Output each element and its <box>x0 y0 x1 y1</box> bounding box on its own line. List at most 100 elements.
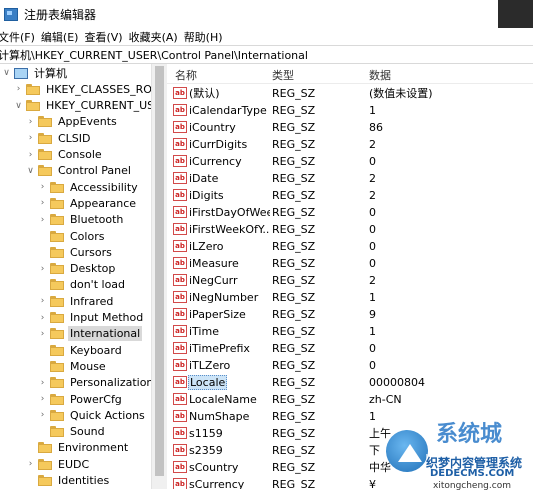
expand-icon[interactable]: › <box>26 147 35 163</box>
tree-item[interactable]: Sound <box>38 424 107 440</box>
expand-icon[interactable]: › <box>38 391 47 407</box>
expand-icon[interactable]: › <box>38 326 47 342</box>
tree-item[interactable]: › International <box>38 326 143 342</box>
tree-item-label: CLSID <box>58 131 91 145</box>
tree-item[interactable]: › Infrared <box>38 293 115 309</box>
address-path[interactable]: 计算机\HKEY_CURRENT_USER\Control Panel\Inte… <box>0 47 308 63</box>
collapse-icon[interactable]: ∨ <box>26 163 35 179</box>
value-row[interactable]: ab iCurrDigits REG_SZ 2 <box>167 136 533 153</box>
expand-icon[interactable]: › <box>38 179 47 195</box>
tree-item[interactable]: › Appearance <box>38 195 138 211</box>
menu-help[interactable]: 帮助(H) <box>184 29 229 45</box>
expand-icon[interactable]: › <box>38 261 47 277</box>
tree-item[interactable]: › Quick Actions <box>38 407 147 423</box>
expand-icon[interactable]: › <box>38 407 47 423</box>
value-type: REG_SZ <box>272 325 316 338</box>
value-row[interactable]: ab iMeasure REG_SZ 0 <box>167 255 533 272</box>
column-header: 名称 类型 数据 <box>167 64 533 84</box>
tree-item[interactable]: › HKEY_CLASSES_ROOT <box>14 81 151 97</box>
value-data: 2 <box>369 172 376 185</box>
expand-icon[interactable]: › <box>38 212 47 228</box>
tree-item[interactable]: ∨ HKEY_CURRENT_USER <box>14 98 151 114</box>
tree-scrollbar[interactable] <box>151 64 167 489</box>
value-row[interactable]: ab iTLZero REG_SZ 0 <box>167 357 533 374</box>
value-row[interactable]: ab iTimePrefix REG_SZ 0 <box>167 340 533 357</box>
tree-item[interactable]: Keyboard <box>38 342 124 358</box>
column-type-header[interactable]: 类型 <box>272 67 294 83</box>
value-row[interactable]: ab iDate REG_SZ 2 <box>167 170 533 187</box>
value-row[interactable]: ab iCurrency REG_SZ 0 <box>167 153 533 170</box>
tree-item[interactable]: › Console <box>26 147 104 163</box>
value-row[interactable]: ab iFirstWeekOfY... REG_SZ 0 <box>167 221 533 238</box>
tree-item[interactable]: Mouse <box>38 358 108 374</box>
collapse-icon[interactable]: ∨ <box>14 98 23 114</box>
value-row[interactable]: ab iTime REG_SZ 1 <box>167 323 533 340</box>
tree-item[interactable]: Cursors <box>38 244 114 260</box>
tree-item[interactable]: › Desktop <box>38 261 117 277</box>
no-expander <box>38 358 47 374</box>
menu-file[interactable]: 文件(F) <box>0 29 41 45</box>
folder-icon <box>38 475 52 486</box>
expand-icon[interactable]: › <box>14 81 23 97</box>
tree-item[interactable]: Colors <box>38 228 106 244</box>
tree-item[interactable]: Environment <box>26 440 130 456</box>
tree-item[interactable]: ∨ 计算机 <box>2 65 69 81</box>
expand-icon[interactable]: › <box>26 114 35 130</box>
menu-favorites[interactable]: 收藏夹(A) <box>129 29 184 45</box>
collapse-icon[interactable]: ∨ <box>2 65 11 81</box>
value-data: 0 <box>369 206 376 219</box>
value-data: 0 <box>369 155 376 168</box>
value-type: REG_SZ <box>272 444 316 457</box>
string-value-icon: ab <box>173 393 187 405</box>
menu-edit[interactable]: 编辑(E) <box>41 29 85 45</box>
value-type: REG_SZ <box>272 206 316 219</box>
tree-item[interactable]: › EUDC <box>26 456 91 472</box>
expand-icon[interactable]: › <box>26 130 35 146</box>
tree-item[interactable]: › Input Method <box>38 310 145 326</box>
value-row[interactable]: ab iCountry REG_SZ 86 <box>167 119 533 136</box>
tree-item[interactable]: › AppEvents <box>26 114 119 130</box>
value-row[interactable]: ab iNegCurr REG_SZ 2 <box>167 272 533 289</box>
value-row[interactable]: ab iLZero REG_SZ 0 <box>167 238 533 255</box>
tree-item[interactable]: › Bluetooth <box>38 212 125 228</box>
address-bar[interactable]: 计算机\HKEY_CURRENT_USER\Control Panel\Inte… <box>0 45 533 64</box>
no-expander <box>38 228 47 244</box>
value-row[interactable]: ab (默认) REG_SZ (数值未设置) <box>167 85 533 102</box>
expand-icon[interactable]: › <box>38 293 47 309</box>
tree-item-label: Cursors <box>70 245 112 259</box>
tree-item[interactable]: › Accessibility <box>38 179 140 195</box>
folder-icon <box>26 83 40 95</box>
folder-icon <box>50 279 64 291</box>
value-row[interactable]: abiFirstDayOfWeekREG_SZ 0 <box>167 204 533 221</box>
value-row[interactable]: ab Locale REG_SZ 00000804 <box>167 374 533 391</box>
column-name-header[interactable]: 名称 <box>175 67 197 83</box>
tree-item[interactable]: › PowerCfg <box>38 391 124 407</box>
value-name: iFirstWeekOfY... <box>189 223 270 236</box>
tree-item[interactable]: › CLSID <box>26 130 93 146</box>
value-name: LocaleName <box>189 393 257 406</box>
expand-icon[interactable]: › <box>38 310 47 326</box>
tree-item[interactable]: don't load <box>38 277 127 293</box>
value-type: REG_SZ <box>272 427 316 440</box>
key-tree[interactable]: ∨ 计算机 › HKEY_CLASSES_ROOT ∨ HKEY_CURRENT_USER… <box>0 64 151 489</box>
value-name: iTLZero <box>189 359 231 372</box>
value-row[interactable]: ab iDigits REG_SZ 2 <box>167 187 533 204</box>
tree-item[interactable]: ∨ Control Panel <box>26 163 133 179</box>
value-row[interactable]: ab iCalendarType REG_SZ 1 <box>167 102 533 119</box>
expand-icon[interactable]: › <box>26 456 35 472</box>
menu-view[interactable]: 查看(V) <box>84 29 128 45</box>
expand-icon[interactable]: › <box>38 195 47 211</box>
tree-scrollbar-thumb[interactable] <box>155 66 164 476</box>
value-name: iCurrency <box>189 155 242 168</box>
value-row[interactable]: ab iNegNumber REG_SZ 1 <box>167 289 533 306</box>
folder-icon <box>50 263 64 275</box>
tree-item[interactable]: › Personalization <box>38 375 151 391</box>
value-row[interactable]: ab iPaperSize REG_SZ 9 <box>167 306 533 323</box>
column-data-header[interactable]: 数据 <box>369 67 391 83</box>
value-type: REG_SZ <box>272 308 316 321</box>
expand-icon[interactable]: › <box>38 375 47 391</box>
folder-icon <box>50 360 64 372</box>
tree-item[interactable]: Identities <box>26 473 111 489</box>
tree-item-label: Control Panel <box>58 164 131 178</box>
value-row[interactable]: ab LocaleName REG_SZ zh-CN <box>167 391 533 408</box>
